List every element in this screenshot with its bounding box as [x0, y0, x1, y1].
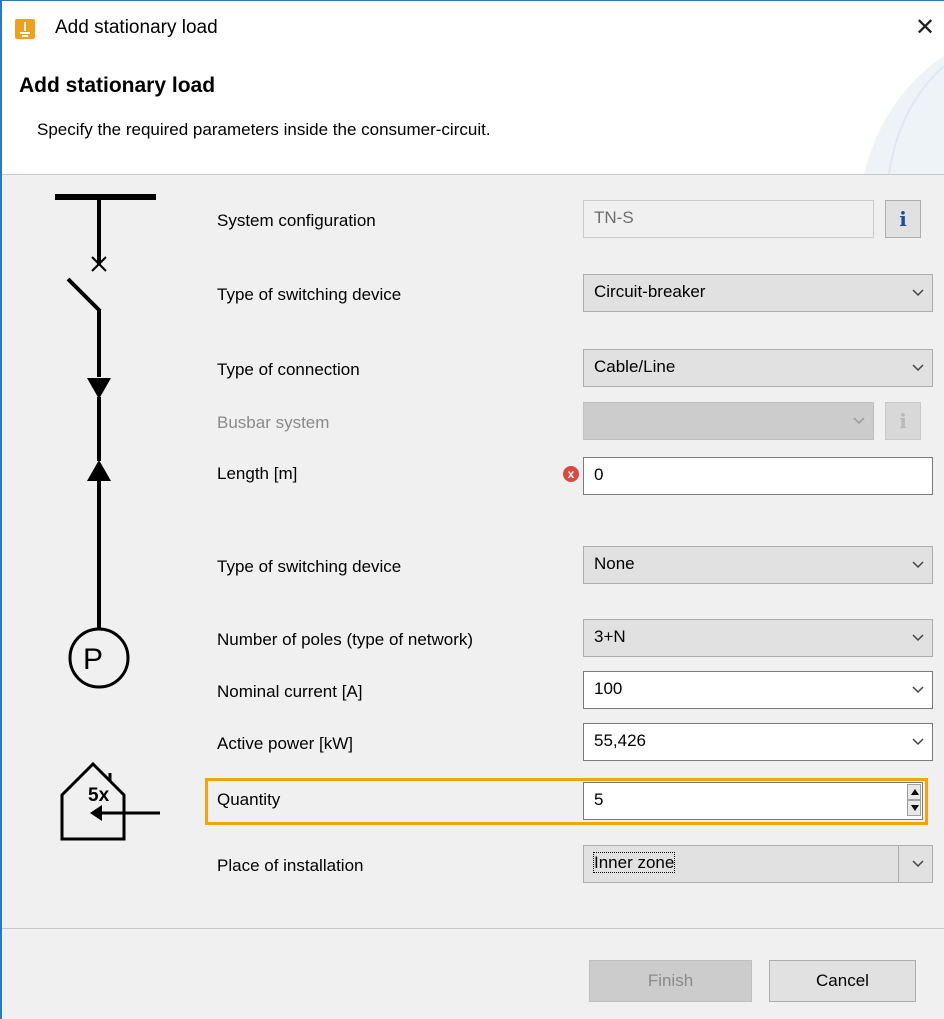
- system-configuration-value: TN-S: [594, 208, 634, 227]
- chevron-down-icon: [912, 547, 924, 569]
- poles-label: Number of poles (type of network): [217, 630, 474, 649]
- connection-label: Type of connection: [217, 360, 360, 379]
- switch-icon: [66, 277, 102, 313]
- chevron-down-icon: [912, 846, 924, 868]
- busbar-label: Busbar system: [217, 413, 330, 432]
- app-icon: [15, 19, 35, 39]
- cancel-button[interactable]: Cancel: [769, 960, 916, 1002]
- arrow-down-icon: [87, 378, 111, 399]
- system-configuration-label: System configuration: [217, 211, 376, 230]
- switching-device-2-value: None: [594, 554, 635, 573]
- chevron-down-icon: [912, 275, 924, 297]
- spinner-buttons[interactable]: [907, 784, 921, 818]
- header-title: Add stationary load: [19, 74, 216, 97]
- chevron-down-icon: [912, 724, 924, 746]
- quantity-badge: 5x: [88, 785, 110, 806]
- length-input[interactable]: 0: [583, 457, 933, 495]
- length-label: Length [m]: [217, 464, 298, 483]
- installation-value: Inner zone: [592, 852, 676, 873]
- dialog-header: Add stationary load Specify the required…: [2, 56, 944, 174]
- nominal-current-value: 100: [594, 679, 623, 698]
- switching-device-2-label: Type of switching device: [217, 557, 402, 576]
- connection-value: Cable/Line: [594, 357, 676, 376]
- finish-button: Finish: [589, 960, 752, 1002]
- title-bar: Add stationary load ✕: [0, 0, 944, 56]
- quantity-spinner[interactable]: 5: [583, 782, 923, 820]
- header-description: Specify the required parameters inside t…: [37, 120, 491, 139]
- quantity-value: 5: [594, 790, 604, 809]
- poles-value: 3+N: [594, 627, 626, 646]
- spinner-up-icon[interactable]: [907, 784, 921, 800]
- switching-device-1-label: Type of switching device: [217, 285, 402, 304]
- busbar-line: [55, 194, 156, 200]
- load-symbol: P: [83, 643, 104, 676]
- switching-device-1-value: Circuit-breaker: [594, 282, 706, 301]
- installation-label: Place of installation: [217, 856, 364, 875]
- error-icon: x: [563, 466, 579, 482]
- switching-device-1-select[interactable]: Circuit-breaker: [583, 274, 933, 312]
- connection-select[interactable]: Cable/Line: [583, 349, 933, 387]
- window-border-top: [0, 0, 944, 1]
- close-icon[interactable]: ✕: [912, 14, 938, 42]
- spinner-down-icon[interactable]: [907, 800, 921, 816]
- active-power-combo[interactable]: 55,426: [583, 723, 933, 761]
- switching-device-2-select[interactable]: None: [583, 546, 933, 584]
- circuit-diagram: [55, 194, 160, 841]
- active-power-label: Active power [kW]: [217, 734, 354, 753]
- window-title: Add stationary load: [55, 17, 218, 38]
- active-power-value: 55,426: [594, 731, 646, 750]
- finish-label: Finish: [647, 971, 694, 990]
- arrow-up-icon: [87, 460, 111, 481]
- installation-select[interactable]: Inner zone: [583, 845, 933, 883]
- chevron-down-icon: [853, 403, 865, 425]
- length-value: 0: [594, 465, 604, 484]
- quantity-label: Quantity: [217, 790, 281, 809]
- chevron-down-icon: [912, 620, 924, 642]
- system-configuration-field: TN-S: [583, 200, 874, 238]
- busbar-select: [583, 402, 874, 440]
- poles-select[interactable]: 3+N: [583, 619, 933, 657]
- nominal-current-label: Nominal current [A]: [217, 682, 363, 701]
- header-decoration: [864, 56, 944, 174]
- nominal-current-combo[interactable]: 100: [583, 671, 933, 709]
- chevron-down-icon: [912, 350, 924, 372]
- chevron-down-icon: [912, 672, 924, 694]
- dropdown-divider: [898, 845, 899, 883]
- info-icon: i: [885, 402, 921, 440]
- info-icon[interactable]: i: [885, 200, 921, 238]
